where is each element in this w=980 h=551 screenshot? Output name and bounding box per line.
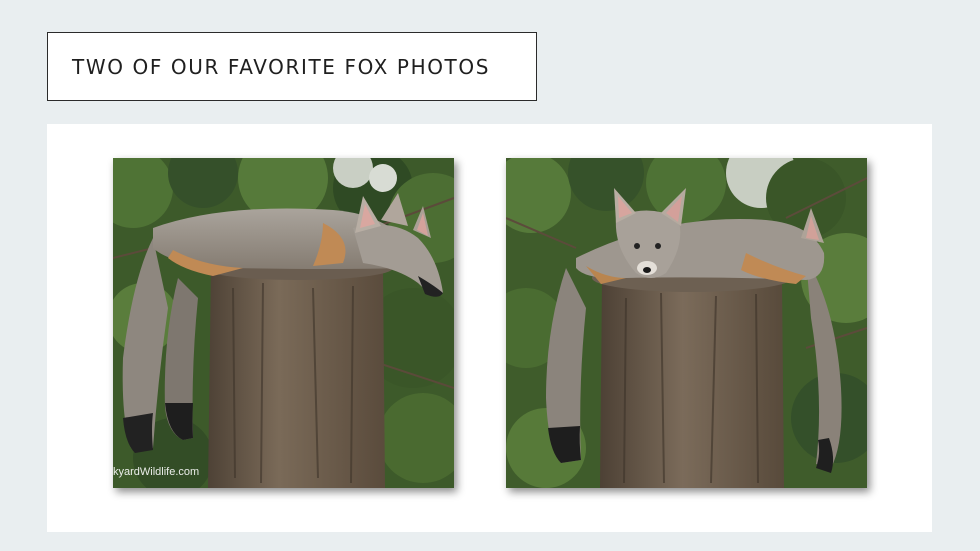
- title-box: TWO OF OUR FAVORITE FOX PHOTOS: [47, 32, 537, 101]
- page-title: TWO OF OUR FAVORITE FOX PHOTOS: [72, 54, 490, 79]
- fox-photo-sleeping-image: [113, 158, 454, 488]
- fox-photo-facing-camera[interactable]: [506, 158, 867, 488]
- photo-watermark: kyardWildlife.com: [113, 466, 200, 478]
- photo-panel: kyardWildlife.com: [47, 124, 932, 532]
- fox-photo-facing-camera-image: [506, 158, 867, 488]
- fox-photo-sleeping[interactable]: kyardWildlife.com: [113, 158, 454, 488]
